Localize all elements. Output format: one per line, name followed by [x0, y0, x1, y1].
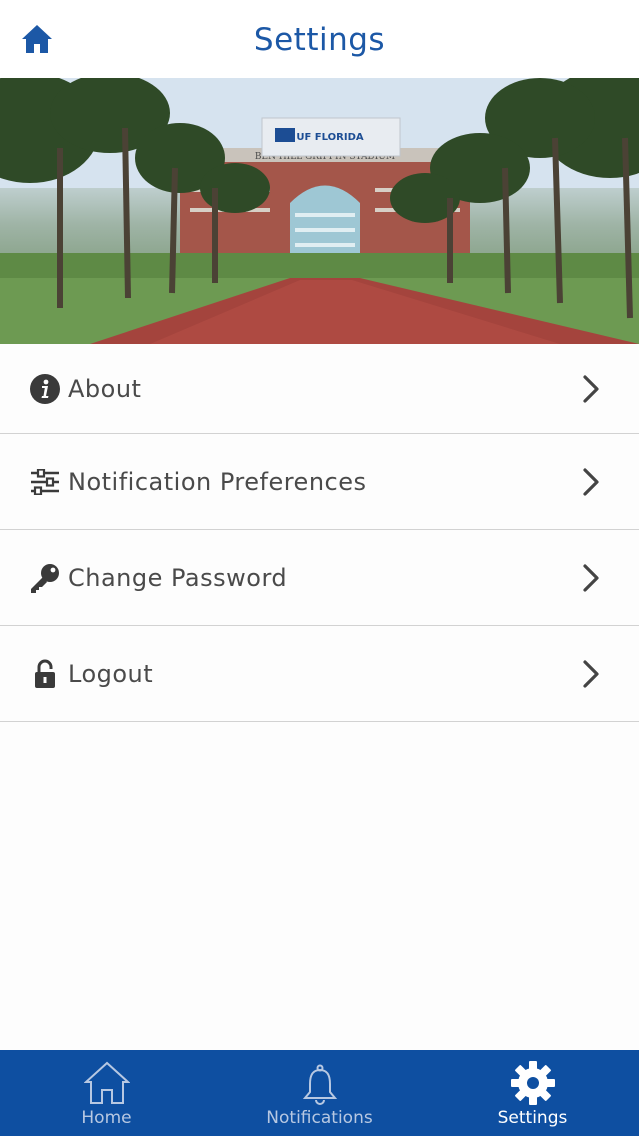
menu-item-about[interactable]: About [0, 344, 639, 434]
header-bar: Settings [0, 0, 639, 79]
settings-menu: About Notification Preferences Change Pa… [0, 344, 639, 722]
key-icon [28, 561, 62, 595]
gear-icon [510, 1061, 555, 1105]
tab-label: Notifications [266, 1108, 373, 1128]
chevron-right-icon [583, 659, 599, 688]
info-icon [28, 372, 62, 406]
chevron-right-icon [583, 374, 599, 403]
menu-item-label: About [68, 374, 142, 403]
tab-label: Settings [497, 1108, 568, 1128]
lock-icon [28, 657, 62, 691]
home-outline-icon [83, 1061, 130, 1104]
menu-item-change-password[interactable]: Change Password [0, 530, 639, 626]
chevron-right-icon [583, 563, 599, 592]
stadium-photo: BEN HILL GRIFFIN STADIUM UF FLORIDA [0, 78, 639, 344]
bell-icon [302, 1064, 337, 1105]
menu-item-label: Notification Preferences [68, 467, 367, 496]
tab-notifications[interactable]: Notifications [213, 1050, 426, 1136]
chevron-right-icon [583, 467, 599, 496]
menu-item-label: Change Password [68, 563, 288, 592]
page-title: Settings [253, 22, 386, 58]
menu-item-logout[interactable]: Logout [0, 626, 639, 722]
tab-home[interactable]: Home [0, 1050, 213, 1136]
menu-item-notification-preferences[interactable]: Notification Preferences [0, 434, 639, 530]
uf-sign-text: UF FLORIDA [296, 132, 364, 143]
sliders-icon [28, 465, 62, 499]
bottom-tab-bar: Home Notifications Settings [0, 1050, 639, 1136]
tab-label: Home [81, 1108, 132, 1128]
menu-item-label: Logout [68, 659, 154, 688]
tab-settings[interactable]: Settings [426, 1050, 639, 1136]
